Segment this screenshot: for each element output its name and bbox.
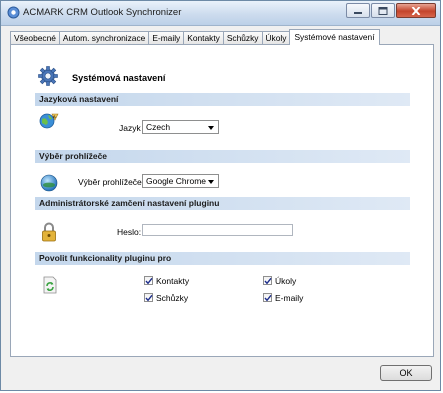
maximize-icon [378, 6, 388, 15]
section-language-title: Jazyková nastavení [39, 94, 119, 104]
section-browser: Výběr prohlížeče [35, 150, 410, 163]
globe-icon [40, 174, 58, 192]
close-button[interactable] [396, 3, 436, 18]
lock-icon [42, 222, 56, 242]
maximize-button[interactable] [371, 3, 395, 18]
page-title: Systémová nastavení [72, 73, 166, 83]
checkmark-icon [145, 277, 153, 285]
language-select[interactable]: Czech [142, 120, 219, 134]
browser-select[interactable]: Google Chrome [142, 174, 219, 188]
application-window: ACMARK CRM Outlook Synchronizer Všeobecn… [0, 0, 441, 391]
tab-bar: Všeobecné Autom. synchronizace E-maily K… [10, 29, 380, 45]
chevron-down-icon [208, 126, 214, 130]
section-browser-title: Výběr prohlížeče [39, 151, 108, 161]
browser-select-value: Google Chrome [146, 176, 207, 186]
password-input[interactable] [142, 224, 293, 236]
tasks-checkbox-label: Úkoly [275, 276, 297, 286]
tab-system-settings[interactable]: Systémové nastavení [289, 29, 380, 45]
language-icon: A [39, 113, 59, 129]
tab-emails[interactable]: E-maily [148, 31, 185, 45]
tab-auto-sync[interactable]: Autom. synchronizace [58, 31, 150, 45]
section-admin-lock-title: Administrátorské zamčení nastavení plugi… [39, 198, 220, 208]
window-title: ACMARK CRM Outlook Synchronizer [23, 7, 182, 18]
tab-meetings[interactable]: Schůzky [222, 31, 263, 45]
contacts-checkbox[interactable] [144, 276, 153, 285]
gear-icon [38, 66, 58, 86]
language-select-value: Czech [146, 122, 171, 132]
emails-checkbox[interactable] [263, 293, 272, 302]
tab-tasks[interactable]: Úkoly [261, 31, 291, 45]
section-features: Povolit funkcionality pluginu pro [35, 252, 410, 265]
meetings-checkbox[interactable] [144, 293, 153, 302]
checkmark-icon [264, 294, 272, 302]
svg-text:A: A [53, 114, 56, 119]
ok-button[interactable]: OK [380, 365, 432, 381]
chevron-down-icon [208, 180, 214, 184]
app-icon [7, 6, 20, 19]
checkmark-icon [145, 294, 153, 302]
sync-document-icon [43, 276, 57, 294]
meetings-checkbox-label: Schůzky [156, 293, 189, 303]
section-language: Jazyková nastavení [35, 93, 410, 106]
title-bar[interactable]: ACMARK CRM Outlook Synchronizer [1, 1, 440, 26]
checkmark-icon [264, 277, 272, 285]
settings-panel: Systémová nastavení Jazyková nastavení A… [10, 44, 434, 357]
emails-checkbox-label: E-maily [275, 293, 304, 303]
section-features-title: Povolit funkcionality pluginu pro [39, 253, 172, 263]
section-admin-lock: Administrátorské zamčení nastavení plugi… [35, 197, 410, 210]
minimize-icon [354, 11, 362, 14]
minimize-button[interactable] [346, 3, 370, 18]
tab-contacts[interactable]: Kontakty [183, 31, 224, 45]
browser-label: Výběr prohlížeče [78, 177, 142, 187]
password-label: Heslo: [117, 227, 142, 237]
close-icon [411, 6, 421, 15]
tasks-checkbox[interactable] [263, 276, 272, 285]
language-label: Jazyk [119, 123, 141, 133]
contacts-checkbox-label: Kontakty [156, 276, 190, 286]
tab-general[interactable]: Všeobecné [10, 31, 60, 45]
